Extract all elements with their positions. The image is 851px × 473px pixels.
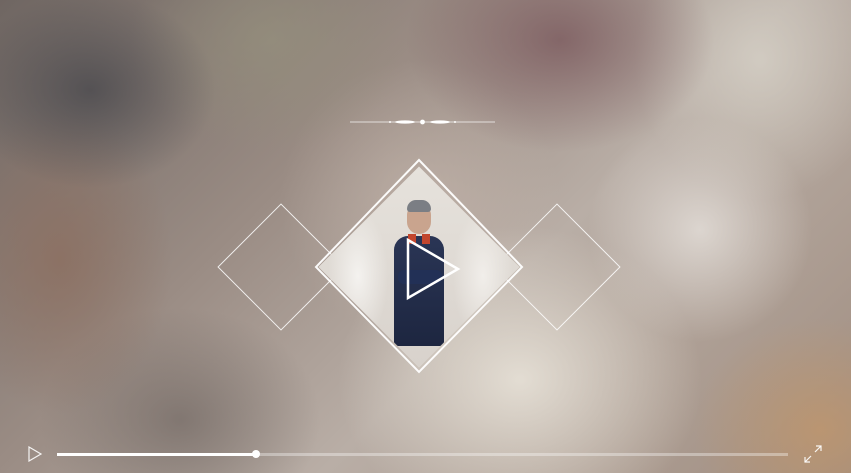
play-icon[interactable] [27,446,43,462]
progress-fill [57,453,256,456]
fullscreen-icon[interactable] [803,444,823,464]
ornament-divider [350,119,495,125]
player-controls [0,436,851,473]
play-icon[interactable] [404,236,462,302]
progress-track[interactable] [57,450,788,458]
progress-handle[interactable] [251,450,260,458]
